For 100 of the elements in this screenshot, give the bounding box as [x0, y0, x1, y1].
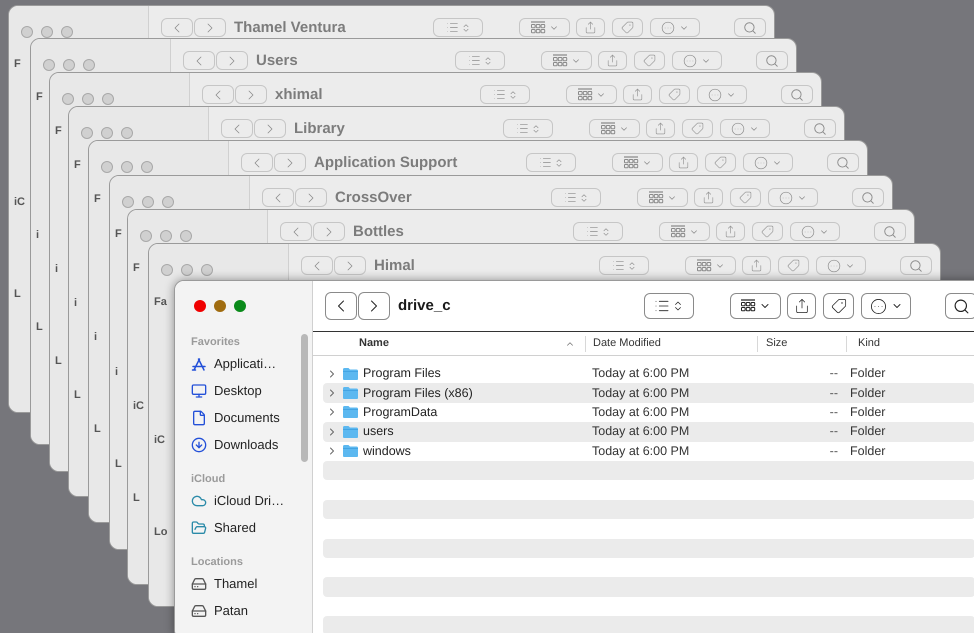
column-header[interactable]: Name — [359, 335, 389, 352]
icon-grid-icon — [740, 299, 756, 313]
forward-button[interactable] — [313, 222, 345, 241]
traffic-light[interactable] — [161, 264, 173, 276]
search-icon — [952, 298, 970, 314]
forward-button[interactable] — [274, 153, 306, 172]
up-down-chevron-icon — [600, 226, 610, 236]
traffic-light[interactable] — [63, 59, 75, 71]
traffic-light[interactable] — [21, 26, 33, 38]
sidebar-item[interactable]: Thamel — [191, 570, 312, 597]
traffic-light[interactable] — [101, 161, 113, 173]
tag-icon — [691, 122, 704, 135]
search-button[interactable] — [945, 293, 974, 319]
sidebar-item[interactable]: Shared — [191, 514, 312, 541]
tag-button[interactable] — [823, 293, 854, 319]
sidebar-item[interactable]: Downloads — [191, 431, 312, 458]
folder-icon — [342, 424, 359, 439]
traffic-light[interactable] — [62, 93, 74, 105]
view-list-button[interactable] — [551, 188, 601, 207]
file-row[interactable]: Program Files (x86) Today at 6:00 PM -- Folder — [323, 383, 974, 403]
traffic-light[interactable] — [181, 264, 193, 276]
back-button[interactable] — [280, 222, 312, 241]
tag-icon — [643, 54, 656, 67]
forward-button[interactable] — [216, 51, 248, 70]
share-icon — [654, 122, 667, 135]
sidebar-item[interactable]: iCloud Dri… — [191, 487, 312, 514]
file-name: Program Files (x86) — [363, 384, 473, 402]
back-button[interactable] — [183, 51, 215, 70]
view-list-button[interactable] — [503, 119, 553, 138]
traffic-light[interactable] — [41, 26, 53, 38]
view-list-button[interactable] — [433, 18, 483, 37]
sidebar-item[interactable]: Documents — [191, 404, 312, 431]
back-button[interactable] — [241, 153, 273, 172]
up-down-chevron-icon — [482, 56, 492, 66]
traffic-light[interactable] — [140, 230, 152, 242]
traffic-light[interactable] — [162, 196, 174, 208]
sidebar-heading: L — [36, 320, 43, 335]
group-button[interactable] — [730, 293, 781, 319]
view-list-button[interactable] — [526, 153, 576, 172]
view-list-button[interactable] — [644, 293, 694, 319]
view-list-button[interactable] — [480, 85, 530, 104]
file-name: users — [363, 423, 394, 440]
traffic-light[interactable] — [81, 127, 93, 139]
share-button[interactable] — [787, 293, 816, 319]
column-header[interactable]: Date Modified — [593, 335, 661, 352]
back-button[interactable] — [202, 85, 234, 104]
sidebar-heading: F — [115, 227, 122, 242]
back-button[interactable] — [262, 188, 294, 207]
minimize-button[interactable] — [214, 300, 226, 312]
traffic-light[interactable] — [121, 127, 133, 139]
column-header[interactable]: Size — [766, 335, 788, 352]
traffic-light[interactable] — [160, 230, 172, 242]
forward-button[interactable] — [235, 85, 267, 104]
traffic-light[interactable] — [180, 230, 192, 242]
file-row[interactable]: users Today at 6:00 PM -- Folder — [323, 422, 974, 442]
view-list-button[interactable] — [599, 256, 649, 275]
file-row[interactable]: ProgramData Today at 6:00 PM -- Folder — [323, 402, 974, 422]
traffic-light[interactable] — [101, 127, 113, 139]
up-down-chevron-icon — [460, 22, 470, 32]
traffic-light[interactable] — [102, 93, 114, 105]
sidebar-heading: F — [74, 158, 81, 173]
close-button[interactable] — [194, 300, 206, 312]
more-button[interactable] — [861, 293, 911, 319]
traffic-light[interactable] — [83, 59, 95, 71]
share-icon — [724, 225, 737, 238]
traffic-light[interactable] — [43, 59, 55, 71]
forward-button[interactable] — [194, 18, 226, 37]
window-title: xhimal — [275, 85, 324, 104]
sidebar-item[interactable]: Desktop — [191, 377, 312, 404]
view-list-button[interactable] — [455, 51, 505, 70]
forward-button[interactable] — [254, 119, 286, 138]
back-button[interactable] — [221, 119, 253, 138]
traffic-light[interactable] — [201, 264, 213, 276]
back-button[interactable] — [161, 18, 193, 37]
forward-button[interactable] — [295, 188, 327, 207]
scrollbar-thumb[interactable] — [301, 334, 308, 462]
forward-button[interactable] — [334, 256, 366, 275]
traffic-light[interactable] — [82, 93, 94, 105]
sidebar-heading: i — [36, 228, 40, 243]
traffic-light[interactable] — [142, 196, 154, 208]
date-cell-text: Today at 6:00 PM — [591, 423, 690, 440]
forward-button[interactable] — [358, 292, 390, 320]
sidebar-item[interactable]: Applicati… — [191, 350, 312, 377]
traffic-light[interactable] — [122, 196, 134, 208]
back-button[interactable] — [301, 256, 333, 275]
size-cell-text: -- — [830, 365, 838, 382]
size-cell-text: -- — [830, 404, 838, 422]
size-cell-text: -- — [830, 423, 838, 440]
sidebar-item[interactable]: Patan — [191, 597, 312, 624]
tag-icon — [714, 156, 727, 169]
file-row[interactable]: Program Files Today at 6:00 PM -- Folder — [323, 364, 974, 384]
file-row[interactable]: windows Today at 6:00 PM -- Folder — [323, 442, 974, 461]
traffic-light[interactable] — [141, 161, 153, 173]
sidebar-heading: iCloud — [191, 472, 226, 487]
traffic-light[interactable] — [61, 26, 73, 38]
column-header[interactable]: Kind — [858, 335, 880, 352]
traffic-light[interactable] — [121, 161, 133, 173]
view-list-button[interactable] — [573, 222, 623, 241]
back-button[interactable] — [325, 292, 357, 320]
zoom-button[interactable] — [234, 300, 246, 312]
